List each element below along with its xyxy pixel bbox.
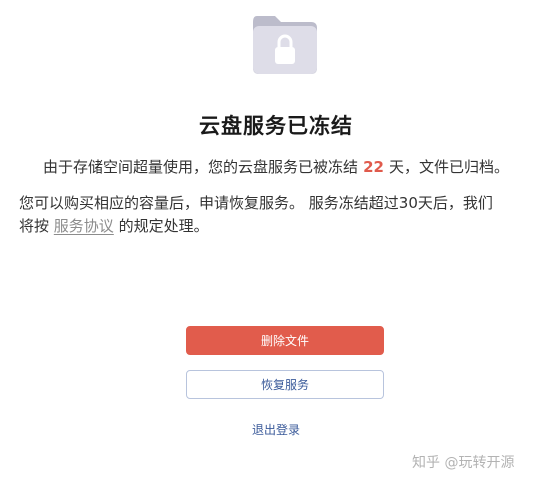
restore-service-button[interactable]: 恢复服务	[186, 370, 384, 399]
explanation-line-2-prefix: 将按	[19, 217, 50, 235]
status-prefix: 由于存储空间超量使用，您的云盘服务已被冻结	[43, 158, 359, 176]
explanation-line-1: 您可以购买相应的容量后，申请恢复服务。 服务冻结超过30天后，我们	[19, 194, 493, 212]
service-agreement-link[interactable]: 服务协议	[54, 217, 114, 235]
status-suffix: 天，文件已归档。	[388, 158, 509, 176]
watermark: 知乎 @玩转开源	[412, 455, 515, 471]
page-title: 云盘服务已冻结	[199, 114, 353, 138]
logout-link[interactable]: 退出登录	[0, 421, 552, 438]
folder-lock-icon	[251, 14, 319, 76]
delete-files-button[interactable]: 删除文件	[186, 326, 384, 355]
frozen-days-count: 22	[363, 158, 384, 176]
explanation-line-2: 将按 服务协议 的规定处理。	[19, 215, 541, 238]
explanation-line-2-suffix: 的规定处理。	[118, 217, 209, 235]
freeze-status-text: 由于存储空间超量使用，您的云盘服务已被冻结 22 天，文件已归档。	[0, 156, 552, 177]
explanation-text: 您可以购买相应的容量后，申请恢复服务。 服务冻结超过30天后，我们 将按 服务协…	[19, 192, 541, 238]
